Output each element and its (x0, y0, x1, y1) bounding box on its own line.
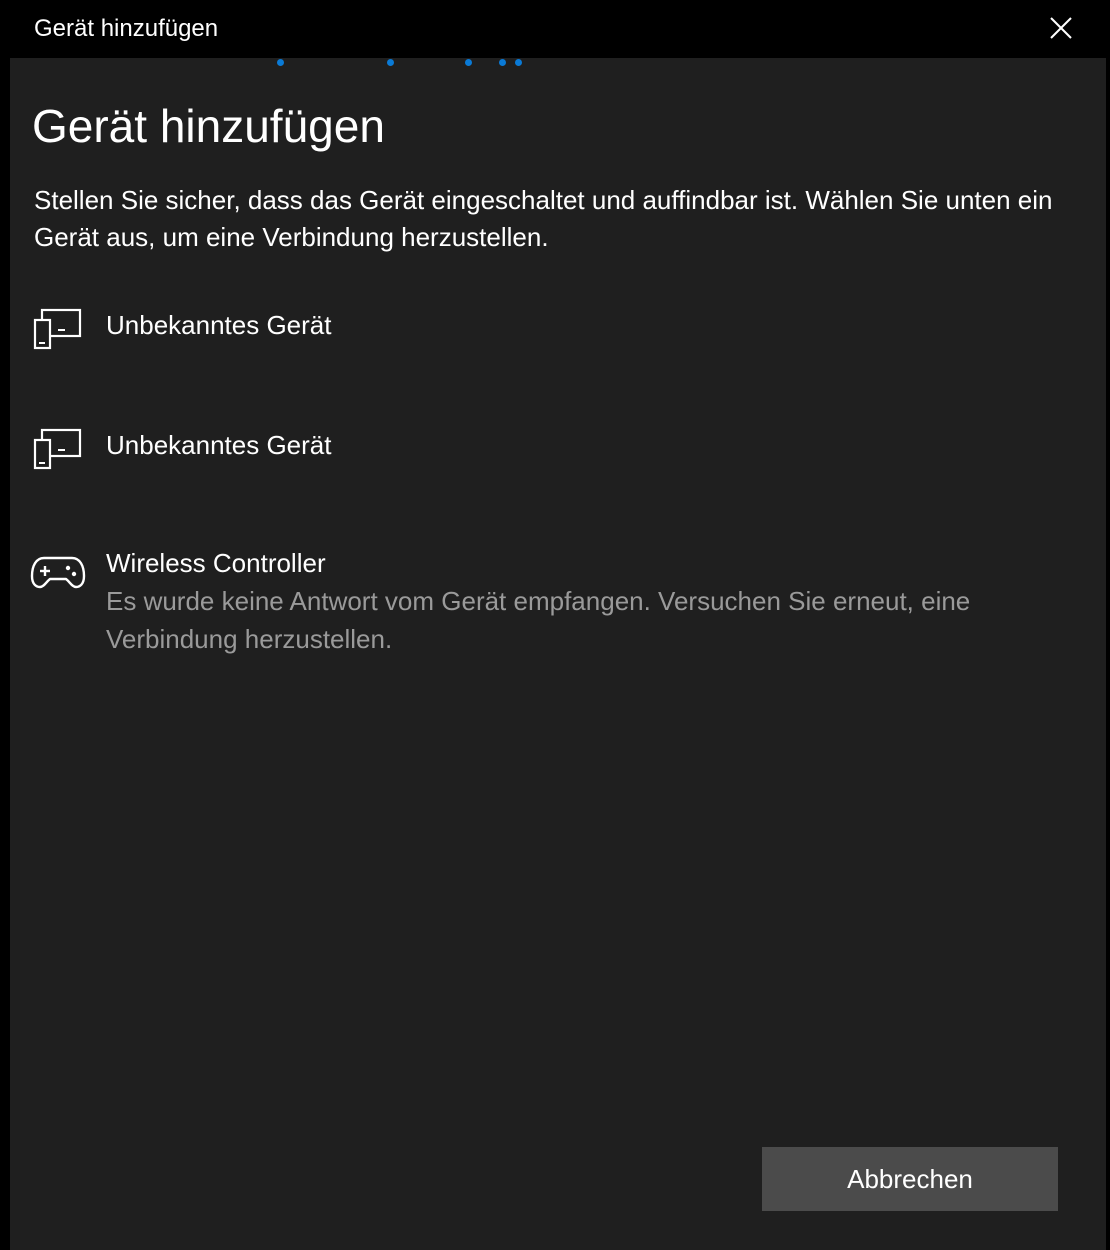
device-status-message: Es wurde keine Antwort vom Gerät empfang… (106, 586, 971, 654)
progress-dot (387, 59, 394, 66)
devices-icon (30, 428, 86, 472)
device-name: Unbekanntes Gerät (106, 310, 332, 340)
progress-dot (465, 59, 472, 66)
device-name: Wireless Controller (106, 548, 326, 578)
searching-progress-indicator (0, 58, 1110, 68)
cancel-button[interactable]: Abbrechen (762, 1147, 1058, 1211)
progress-dot (277, 59, 284, 66)
devices-icon (30, 308, 86, 352)
title-bar: Gerät hinzufügen (0, 0, 1110, 58)
progress-dot (515, 59, 522, 66)
instruction-text: Stellen Sie sicher, dass das Gerät einge… (34, 185, 1053, 252)
device-item-wireless-controller[interactable]: Wireless Controller Es wurde keine Antwo… (30, 546, 1080, 658)
device-item-unknown-2[interactable]: Unbekanntes Gerät (30, 428, 1080, 488)
device-item-unknown-1[interactable]: Unbekanntes Gerät (30, 308, 1080, 368)
close-icon (1050, 17, 1072, 39)
device-name: Unbekanntes Gerät (106, 430, 332, 460)
gamepad-icon (30, 552, 86, 596)
progress-dot (499, 59, 506, 66)
close-button[interactable] (1030, 0, 1090, 58)
window-title: Gerät hinzufügen (34, 15, 219, 42)
page-title: Gerät hinzufügen (32, 100, 385, 152)
